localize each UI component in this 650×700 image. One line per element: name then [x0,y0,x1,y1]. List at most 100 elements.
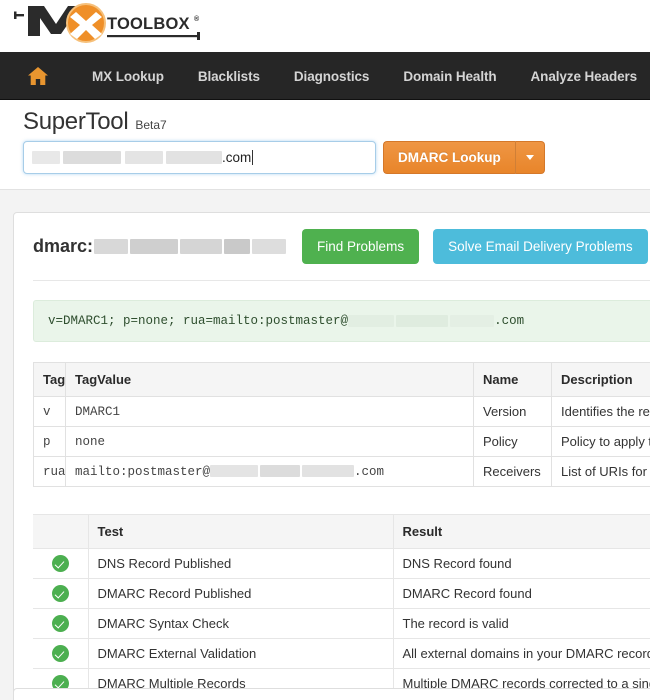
test-table-wrapper: Test Result DNS Record Published DNS Rec… [33,514,650,699]
page-title: SuperTool [23,108,129,135]
svg-text:TOOLBOX: TOOLBOX [107,15,190,33]
cell-tag: v [33,396,66,427]
cell-tagvalue: none [65,426,474,457]
pass-icon [51,645,69,663]
cell-result: The record is valid [392,608,650,639]
redacted-block [348,314,395,327]
cell-result: DMARC Record found [392,578,650,609]
table-row: p none Policy Policy to apply to em [33,426,650,457]
cell-description: Policy to apply to em [551,426,650,457]
header-divider [33,280,650,281]
search-input[interactable]: .com [23,141,376,174]
nav-item-mx-lookup[interactable]: MX Lookup [92,69,164,84]
redacted-block [224,239,251,254]
supertool-section: SuperTool Beta7 .com DMARC Lookup [0,100,650,190]
redacted-block [302,465,355,478]
status-badge [33,578,89,609]
mxtoolbox-logo-icon: TOOLBOX ® [14,3,200,43]
status-badge [33,638,89,669]
redacted-block [32,151,60,164]
nav-item-analyze-headers[interactable]: Analyze Headers [531,69,638,84]
status-badge [33,608,89,639]
logo-bar: TOOLBOX ® [0,0,650,52]
cell-result: DNS Record found [392,548,650,579]
column-header-status [33,514,89,549]
table-header-row: Tag TagValue Name Description [33,362,650,397]
cell-tagvalue-text: none [75,434,106,449]
pass-icon [51,555,69,573]
redacted-block [450,314,495,327]
cell-test: DMARC Record Published [87,578,394,609]
redacted-block [125,151,163,164]
redacted-block [63,151,121,164]
cell-tagvalue-text: mailto:postmaster@ [75,464,211,479]
redacted-block [94,239,129,254]
column-header-test: Test [87,514,394,549]
test-results-table: Test Result DNS Record Published DNS Rec… [33,514,650,699]
table-row: DMARC External Validation All external d… [33,638,650,669]
search-row: .com DMARC Lookup [23,141,545,174]
table-row: rua mailto:postmaster@ .com Receivers Lis… [33,456,650,487]
cell-tag: rua [33,456,66,487]
cell-test: DNS Record Published [87,548,394,579]
main-navigation: MX Lookup Blacklists Diagnostics Domain … [0,52,650,100]
table-header-row: Test Result [33,514,650,549]
svg-text:®: ® [194,15,200,23]
cell-tag: p [33,426,66,457]
cell-tagvalue-suffix: .com [354,464,385,479]
pass-icon [51,585,69,603]
cell-tagvalue: DMARC1 [65,396,474,427]
result-header: dmarc: Find Problems Solve Email Deliver… [14,213,650,280]
redacted-block [210,465,259,478]
column-header-result: Result [392,514,650,549]
dmarc-record-suffix: .com [494,314,525,328]
dmarc-record-box: v=DMARC1; p=none; rua=mailto:postmaster@… [33,300,650,342]
dmarc-lookup-button[interactable]: DMARC Lookup [383,141,515,174]
nav-item-domain-health[interactable]: Domain Health [403,69,496,84]
table-row: DNS Record Published DNS Record found [33,548,650,579]
lookup-button-group: DMARC Lookup [383,141,545,174]
cell-description: Identifies the record r [551,396,650,427]
cell-name: Policy [473,426,552,457]
redacted-block [180,239,223,254]
home-icon[interactable] [18,52,58,100]
cell-description: List of URIs for recei [551,456,650,487]
dmarc-record-text: v=DMARC1; p=none; rua=mailto:postmaster@ [48,314,349,328]
next-card [13,688,650,700]
home-icon-glyph [28,67,48,85]
text-caret [252,150,254,165]
supertool-heading: SuperTool Beta7 [23,108,167,136]
redacted-block [252,239,287,254]
mxtoolbox-logo[interactable]: TOOLBOX ® [14,2,214,50]
page-root: TOOLBOX ® MX Lookup Blacklists Diagnosti… [0,0,650,700]
cell-tagvalue: mailto:postmaster@ .com [65,456,474,487]
solve-email-delivery-problems-button[interactable]: Solve Email Delivery Problems [433,229,648,264]
redacted-block [396,314,449,327]
column-header-name: Name [473,362,552,397]
cell-name: Version [473,396,552,427]
status-badge [33,548,89,579]
cell-test: DMARC External Validation [87,638,394,669]
pass-icon [51,615,69,633]
chevron-down-icon [525,155,534,160]
cell-test: DMARC Syntax Check [87,608,394,639]
tag-table-wrapper: Tag TagValue Name Description v DMARC1 V… [33,362,650,487]
lookup-dropdown-button[interactable] [514,141,545,174]
table-row: DMARC Syntax Check The record is valid [33,608,650,639]
redacted-block [166,151,222,164]
result-title-prefix: dmarc: [33,236,94,256]
cell-name: Receivers [473,456,552,487]
table-row: v DMARC1 Version Identifies the record r [33,396,650,427]
table-row: DMARC Record Published DMARC Record foun… [33,578,650,609]
result-card: dmarc: Find Problems Solve Email Deliver… [13,212,650,700]
beta-badge: Beta7 [135,118,167,132]
tag-table: Tag TagValue Name Description v DMARC1 V… [33,362,650,487]
find-problems-button[interactable]: Find Problems [302,229,420,264]
redacted-block [260,465,301,478]
nav-item-blacklists[interactable]: Blacklists [198,69,260,84]
cell-tagvalue-text: DMARC1 [75,404,121,419]
cell-result: All external domains in your DMARC recor… [392,638,650,669]
nav-item-diagnostics[interactable]: Diagnostics [294,69,370,84]
column-header-tag: Tag [33,362,66,397]
redacted-block [130,239,179,254]
